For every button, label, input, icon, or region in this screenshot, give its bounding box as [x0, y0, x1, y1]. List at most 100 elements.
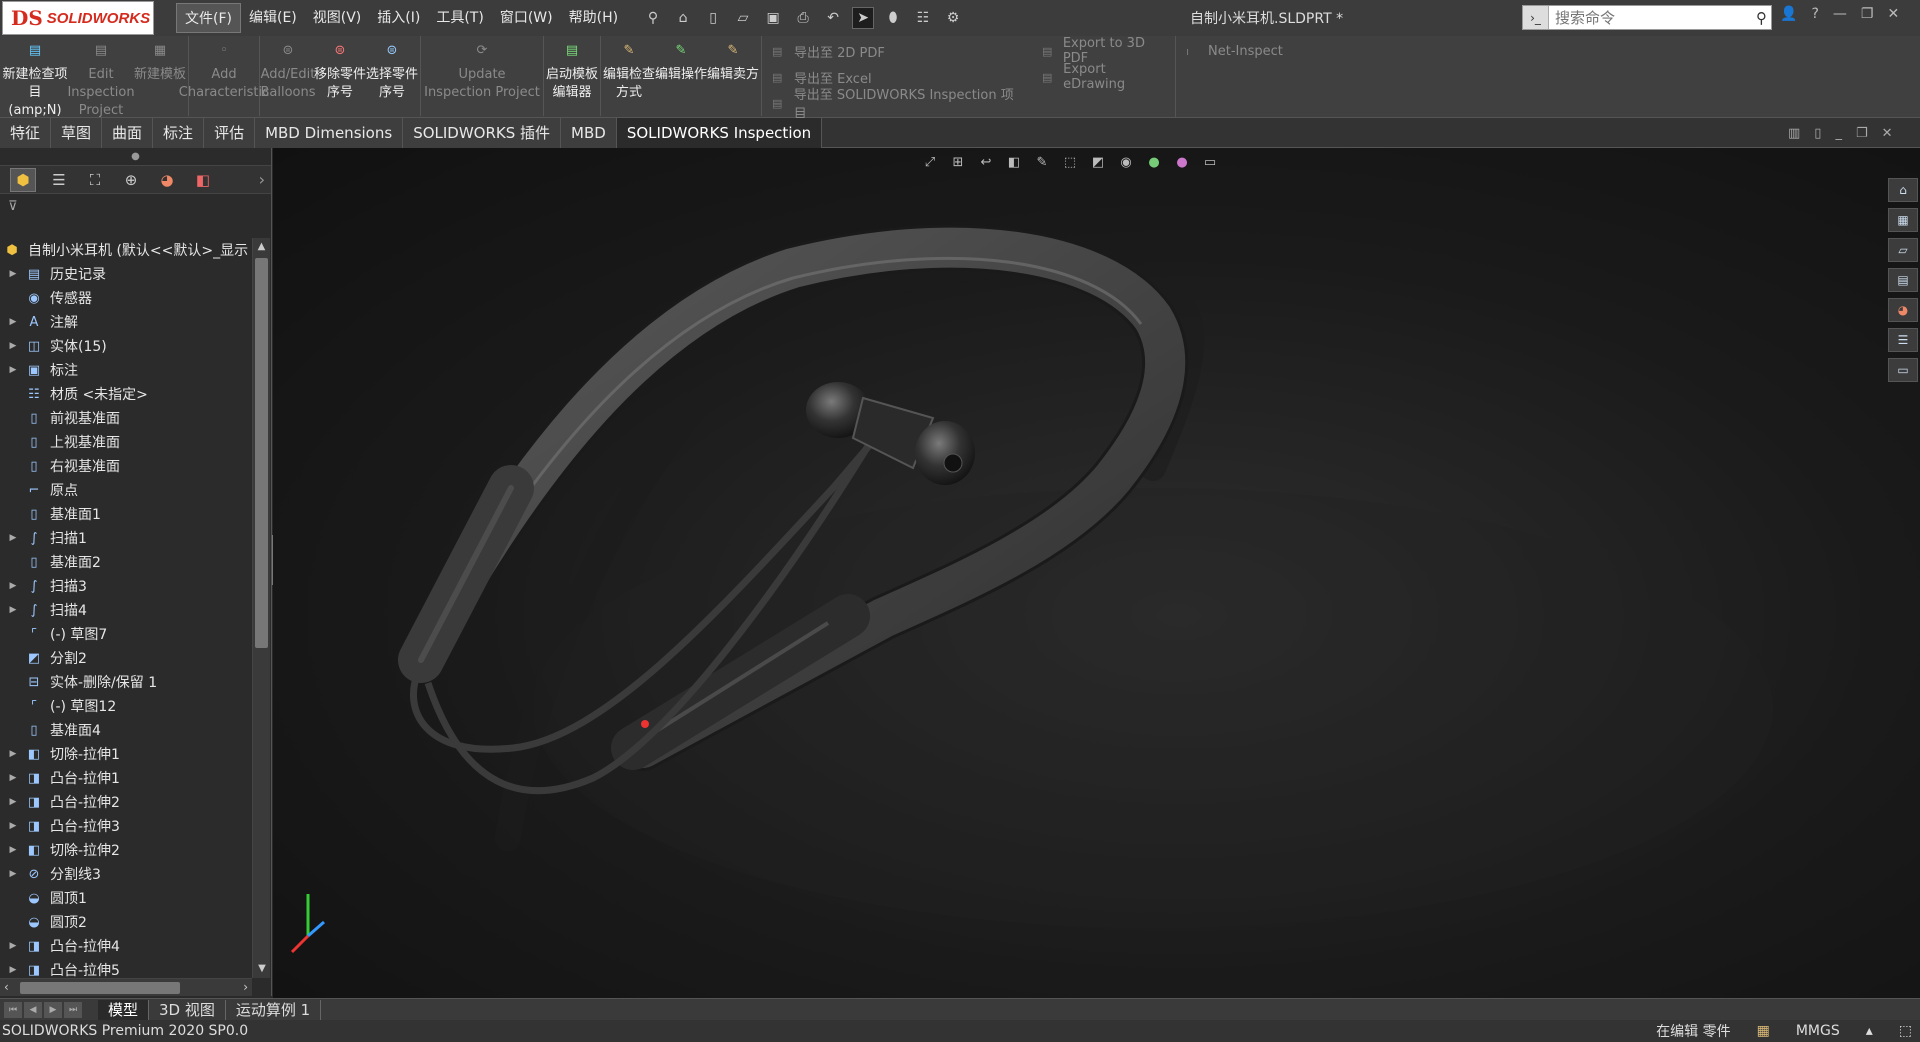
add-edit-balloons-button[interactable]: ⊜ Add/Edit Balloons: [260, 40, 315, 112]
tree-item[interactable]: ▯ 基准面1: [0, 502, 252, 526]
file-explorer-icon[interactable]: ▱: [1888, 238, 1918, 262]
open-icon[interactable]: ▱: [732, 7, 754, 29]
menu-tools[interactable]: 工具(T): [428, 3, 491, 33]
graphics-area[interactable]: [273, 148, 1920, 998]
featuremanager-tab-icon[interactable]: ⬢: [10, 167, 36, 192]
earphone-3d-model[interactable]: [273, 148, 1920, 998]
edit-inspection-project-button[interactable]: ▤ Edit Inspection Project: [67, 40, 134, 118]
tab-3d-views[interactable]: 3D 视图: [149, 999, 226, 1020]
scroll-thumb[interactable]: [255, 258, 268, 648]
new-document-icon[interactable]: ▯: [702, 7, 724, 29]
solidworks-logo[interactable]: DS SOLIDWORKS: [2, 1, 154, 35]
export-2d-pdf-button[interactable]: ▤ 导出至 2D PDF: [772, 42, 1022, 61]
expand-arrow-icon[interactable]: ▶: [6, 317, 20, 327]
home-icon[interactable]: ⌂: [672, 7, 694, 29]
expand-arrow-icon[interactable]: ▶: [6, 821, 20, 831]
hide-show-icon[interactable]: ◉: [1116, 152, 1136, 172]
user-icon[interactable]: 👤: [1780, 6, 1797, 22]
export-3d-pdf-button[interactable]: ▤ Export to 3D PDF: [1042, 36, 1165, 66]
tree-item[interactable]: ▶ ∫ 扫描1: [0, 526, 252, 550]
menu-edit[interactable]: 编辑(E): [241, 3, 305, 33]
dimxpert-tab-icon[interactable]: ⊕: [118, 168, 144, 192]
export-inspection-project-button[interactable]: ▤ 导出至 SOLIDWORKS Inspection 项目: [772, 88, 1022, 122]
menu-view[interactable]: 视图(V): [305, 3, 370, 33]
expand-arrow-icon[interactable]: ▶: [6, 941, 20, 951]
tree-item[interactable]: ▯ 前视基准面: [0, 406, 252, 430]
expand-arrow-icon[interactable]: ▶: [6, 365, 20, 375]
tree-item[interactable]: ▶ ∫ 扫描4: [0, 598, 252, 622]
tree-item[interactable]: ▶ ◨ 凸台-拉伸5: [0, 958, 252, 979]
rebuild-icon[interactable]: ⬮: [882, 7, 904, 29]
tab-mbd[interactable]: MBD: [561, 118, 617, 148]
menu-insert[interactable]: 插入(I): [369, 3, 428, 33]
search-icon[interactable]: ⚲: [1752, 9, 1771, 27]
tree-item[interactable]: ▶ ◨ 凸台-拉伸2: [0, 790, 252, 814]
tree-item[interactable]: ▯ 基准面4: [0, 718, 252, 742]
previous-view-icon[interactable]: ↩: [976, 152, 996, 172]
minimize-icon[interactable]: —: [1833, 6, 1847, 22]
select-balloon-button[interactable]: ⊜ 选择零件序号: [366, 40, 418, 112]
tree-item[interactable]: ▶ ⊘ 分割线3: [0, 862, 252, 886]
expand-arrow-icon[interactable]: ▶: [6, 605, 20, 615]
command-prompt-icon[interactable]: ›_: [1523, 6, 1549, 29]
expand-arrow-icon[interactable]: ▶: [6, 269, 20, 279]
expand-tabs-chevron-icon[interactable]: ›: [259, 170, 265, 189]
tree-item[interactable]: ▯ 右视基准面: [0, 454, 252, 478]
tree-item[interactable]: ▶ ▤ 历史记录: [0, 262, 252, 286]
tab-model[interactable]: 模型: [98, 999, 150, 1020]
expand-arrow-icon[interactable]: ▶: [6, 749, 20, 759]
tree-item[interactable]: ▶ ◨ 凸台-拉伸4: [0, 934, 252, 958]
expand-arrow-icon[interactable]: ▶: [6, 341, 20, 351]
tab-mbd-dimensions[interactable]: MBD Dimensions: [255, 118, 404, 148]
add-characteristic-button[interactable]: ◦ Add Characteristic: [179, 40, 269, 112]
tree-item[interactable]: ▶ A 注解: [0, 310, 252, 334]
viewport-close-icon[interactable]: ✕: [1882, 126, 1893, 141]
rebuild-status-icon[interactable]: ▦: [1757, 1023, 1770, 1039]
notification-icon[interactable]: ⬚: [1899, 1023, 1912, 1039]
expand-arrow-icon[interactable]: ▶: [6, 965, 20, 975]
tab-evaluate[interactable]: 评估: [204, 118, 256, 148]
scroll-up-icon[interactable]: ▲: [253, 238, 270, 256]
tab-markup[interactable]: 标注: [153, 118, 205, 148]
expand-arrow-icon[interactable]: ▶: [6, 797, 20, 807]
tree-item[interactable]: ▶ ◨ 凸台-拉伸1: [0, 766, 252, 790]
view-settings-icon[interactable]: ▭: [1200, 152, 1220, 172]
displaymanager-tab-icon[interactable]: ◕: [154, 168, 180, 192]
forum-icon[interactable]: ▭: [1888, 358, 1918, 382]
tree-item[interactable]: ◒ 圆顶2: [0, 910, 252, 934]
net-inspect-button[interactable]: ı Net-Inspect: [1186, 42, 1283, 60]
tab-features[interactable]: 特征: [0, 118, 52, 148]
prev-tab-icon[interactable]: ◀: [24, 1001, 42, 1018]
tree-horizontal-scrollbar[interactable]: ‹ ›: [0, 978, 252, 996]
file-properties-icon[interactable]: ☷: [912, 7, 934, 29]
units-chevron-icon[interactable]: ▴: [1866, 1023, 1873, 1039]
tree-item[interactable]: ◉ 传感器: [0, 286, 252, 310]
update-inspection-project-button[interactable]: ⟳ Update Inspection Project: [423, 40, 541, 112]
tree-item[interactable]: ▶ ∫ 扫描3: [0, 574, 252, 598]
new-inspection-project-button[interactable]: ▤ 新建检查项目(amp;N): [2, 40, 68, 118]
export-edrawing-button[interactable]: ▤ Export eDrawing: [1042, 62, 1165, 92]
pin-icon[interactable]: ⚲: [642, 7, 664, 29]
edit-operations-button[interactable]: ✎ 编辑操作: [655, 40, 707, 112]
tree-item[interactable]: ⌐ 原点: [0, 478, 252, 502]
menu-window[interactable]: 窗口(W): [492, 3, 561, 33]
first-tab-icon[interactable]: ⏮: [4, 1001, 22, 1018]
expand-arrow-icon[interactable]: ▶: [6, 869, 20, 879]
scroll-left-icon[interactable]: ‹: [4, 980, 9, 994]
tree-item[interactable]: ▶ ▣ 标注: [0, 358, 252, 382]
tree-item[interactable]: ▯ 上视基准面: [0, 430, 252, 454]
tab-surfaces[interactable]: 曲面: [102, 118, 154, 148]
tree-item[interactable]: ◒ 圆顶1: [0, 886, 252, 910]
tree-item[interactable]: ▯ 基准面2: [0, 550, 252, 574]
solidworks-resources-icon[interactable]: ⌂: [1888, 178, 1918, 202]
select-cursor-icon[interactable]: ➤: [852, 7, 875, 29]
tree-filter[interactable]: ⊽: [0, 194, 271, 218]
tree-item[interactable]: ⊟ 实体-删除/保留 1: [0, 670, 252, 694]
hscroll-thumb[interactable]: [20, 982, 180, 994]
design-library-icon[interactable]: ▦: [1888, 208, 1918, 232]
section-view-icon[interactable]: ◧: [1004, 152, 1024, 172]
units-selector[interactable]: MMGS: [1796, 1023, 1840, 1039]
menu-file[interactable]: 文件(F): [176, 3, 241, 33]
search-input[interactable]: [1549, 8, 1752, 27]
help-icon[interactable]: ?: [1811, 6, 1818, 22]
